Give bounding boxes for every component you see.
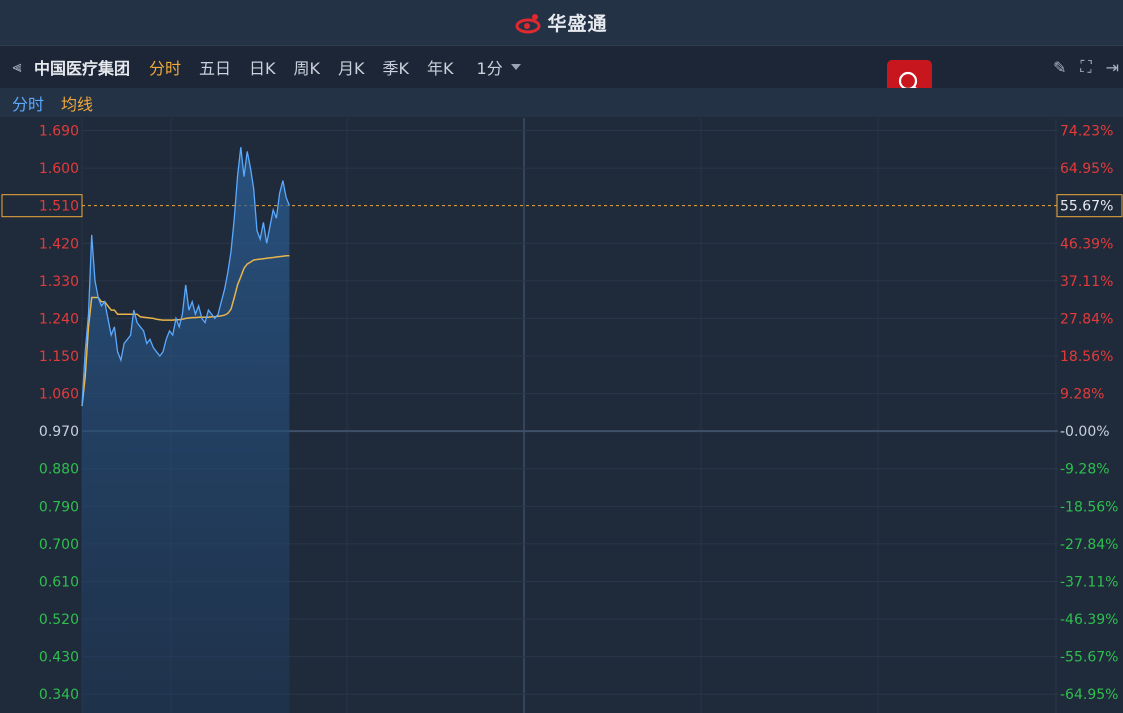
y-tick-pct-label: 18.56% bbox=[1060, 349, 1113, 365]
y-tick-label: 1.600 bbox=[39, 161, 79, 177]
y-tick-label: 0.790 bbox=[39, 499, 79, 515]
y-tick-pct-label: -55.67% bbox=[1060, 650, 1118, 666]
current-pct-label: 55.67% bbox=[1060, 199, 1113, 215]
tab-weekly-k[interactable]: 周K bbox=[294, 55, 321, 79]
brand-bar: 华盛通 bbox=[0, 0, 1123, 46]
y-tick-label: 1.420 bbox=[39, 236, 79, 252]
y-tick-pct-label: 74.23% bbox=[1060, 124, 1113, 140]
chevron-down-icon bbox=[510, 64, 521, 70]
y-tick-label: 1.150 bbox=[39, 349, 79, 365]
y-tick-pct-label: -64.95% bbox=[1060, 687, 1118, 703]
y-tick-label: 1.060 bbox=[39, 387, 79, 403]
brand: 华盛通 bbox=[515, 9, 607, 36]
brand-logo-icon bbox=[515, 13, 541, 33]
y-tick-label: 1.690 bbox=[39, 124, 79, 140]
y-tick-label: 0.700 bbox=[39, 537, 79, 553]
legend-price-line: 分时 bbox=[12, 94, 45, 114]
y-tick-pct-label: 27.84% bbox=[1060, 311, 1113, 327]
interval-value: 1分 bbox=[476, 59, 503, 78]
y-tick-pct-label: -0.00% bbox=[1060, 424, 1110, 440]
y-ticks-right: 74.23% 64.95% 55.67% 46.39% 37.11% 27.84% 18.5… bbox=[1056, 124, 1123, 703]
y-tick-pct-label: -9.28% bbox=[1060, 462, 1110, 478]
price-area bbox=[82, 147, 290, 713]
collapse-panel-icon[interactable]: ⫷ bbox=[0, 57, 34, 77]
interval-select[interactable]: 1分 bbox=[477, 55, 521, 79]
y-tick-pct-label: -46.39% bbox=[1060, 612, 1118, 628]
y-tick-label: 0.340 bbox=[39, 687, 79, 703]
legend-average-line: 均线 bbox=[61, 94, 94, 114]
current-price-label: 1.510 bbox=[39, 199, 79, 215]
legend: 分时 均线 bbox=[0, 88, 1123, 117]
y-tick-label: 0.970 bbox=[39, 424, 79, 440]
tab-quarterly-k[interactable]: 季K bbox=[383, 55, 410, 79]
y-tick-pct-label: 46.39% bbox=[1060, 236, 1113, 252]
price-area-fill bbox=[82, 147, 290, 713]
y-tick-label: 0.520 bbox=[39, 612, 79, 628]
stock-name: 中国医疗集团 bbox=[34, 59, 131, 78]
y-tick-pct-label: 64.95% bbox=[1060, 161, 1113, 177]
tab-daily-k[interactable]: 日K bbox=[249, 55, 276, 79]
fullscreen-icon[interactable]: ⛶ bbox=[1080, 57, 1091, 77]
expand-panel-icon[interactable]: ⇥ bbox=[1106, 58, 1119, 77]
y-tick-label: 0.430 bbox=[39, 650, 79, 666]
tab-five-day[interactable]: 五日 bbox=[199, 55, 231, 79]
y-tick-label: 0.880 bbox=[39, 462, 79, 478]
pencil-icon[interactable]: ✎ bbox=[1053, 58, 1066, 77]
y-tick-label: 1.240 bbox=[39, 311, 79, 327]
y-tick-pct-label: 37.11% bbox=[1060, 274, 1113, 290]
tab-yearly-k[interactable]: 年K bbox=[427, 55, 454, 79]
y-tick-label: 1.330 bbox=[39, 274, 79, 290]
tab-monthly-k[interactable]: 月K bbox=[338, 55, 365, 79]
toolbar: ⫷ 中国医疗集团 分时 五日 日K 周K 月K 季K 年K 1分 ✎ ⛶ ⇥ bbox=[0, 46, 1123, 105]
y-ticks-left: 1.690 1.600 1.510 1.420 1.330 1.240 1.150 1.060… bbox=[1, 124, 83, 703]
y-tick-pct-label: -27.84% bbox=[1060, 537, 1118, 553]
y-tick-pct-label: 9.28% bbox=[1060, 387, 1104, 403]
toolbar-right: ✎ ⛶ ⇥ bbox=[1053, 46, 1119, 88]
brand-name: 华盛通 bbox=[547, 13, 608, 35]
tab-intraday[interactable]: 分时 bbox=[149, 55, 181, 79]
intraday-chart: 1.690 1.600 1.510 1.420 1.330 1.240 1.150 1.060… bbox=[1, 118, 1123, 713]
y-tick-pct-label: -18.56% bbox=[1060, 499, 1118, 515]
y-tick-pct-label: -37.11% bbox=[1060, 574, 1118, 590]
y-tick-label: 0.610 bbox=[39, 574, 79, 590]
